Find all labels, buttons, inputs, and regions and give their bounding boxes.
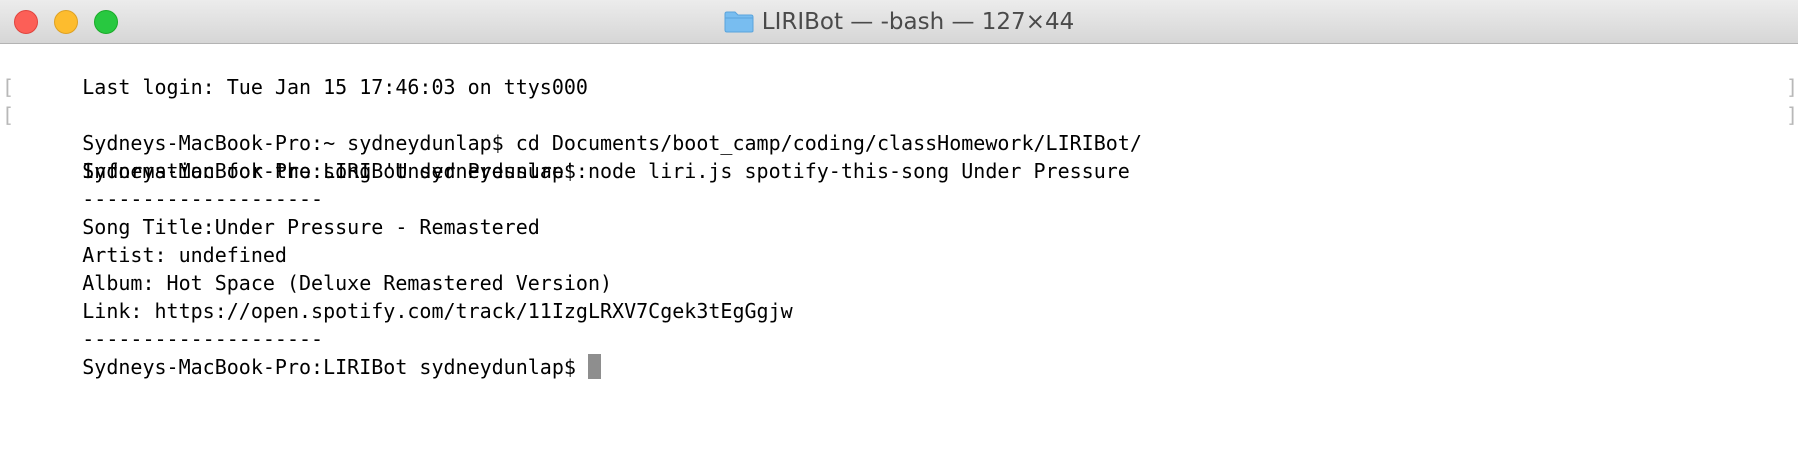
line-mark-left: [ — [2, 75, 15, 99]
line-mark-right: ] — [1786, 103, 1798, 127]
line-mark-right: ] — [1786, 75, 1798, 99]
terminal-line: -------------------- — [10, 297, 1798, 351]
terminal-line: [ Sydneys-MacBook-Pro:LIRIBot sydneydunl… — [2, 101, 1798, 183]
shell-prompt: Sydneys-MacBook-Pro:LIRIBot sydneydunlap… — [82, 355, 588, 379]
title-bar[interactable]: LIRIBot — -bash — 127×44 — [0, 0, 1798, 44]
window-title: LIRIBot — -bash — 127×44 — [761, 9, 1075, 35]
prompt-line[interactable]: Sydneys-MacBook-Pro:LIRIBot sydneydunlap… — [10, 325, 1798, 379]
terminal-line: -------------------- — [10, 157, 1798, 211]
terminal-output[interactable]: Last login: Tue Jan 15 17:46:03 on ttys0… — [0, 45, 1798, 458]
terminal-line: Artist: undefined — [10, 213, 1798, 267]
terminal-window: LIRIBot — -bash — 127×44 Last login: Tue… — [0, 0, 1798, 458]
terminal-line: Song Title:Under Pressure - Remastered — [10, 185, 1798, 239]
terminal-line: Album: Hot Space (Deluxe Remastered Vers… — [10, 241, 1798, 295]
terminal-line: [ Sydneys-MacBook-Pro:~ sydneydunlap$ cd… — [2, 73, 1798, 155]
line-mark-left: [ — [2, 103, 15, 127]
terminal-line: Link: https://open.spotify.com/track/11I… — [10, 269, 1798, 323]
window-title-group: LIRIBot — -bash — 127×44 — [0, 0, 1798, 44]
terminal-line: Information for the song 'Under Pressure… — [10, 129, 1798, 183]
folder-icon — [724, 11, 754, 33]
text-cursor — [587, 354, 601, 379]
terminal-line: Last login: Tue Jan 15 17:46:03 on ttys0… — [10, 45, 1798, 99]
